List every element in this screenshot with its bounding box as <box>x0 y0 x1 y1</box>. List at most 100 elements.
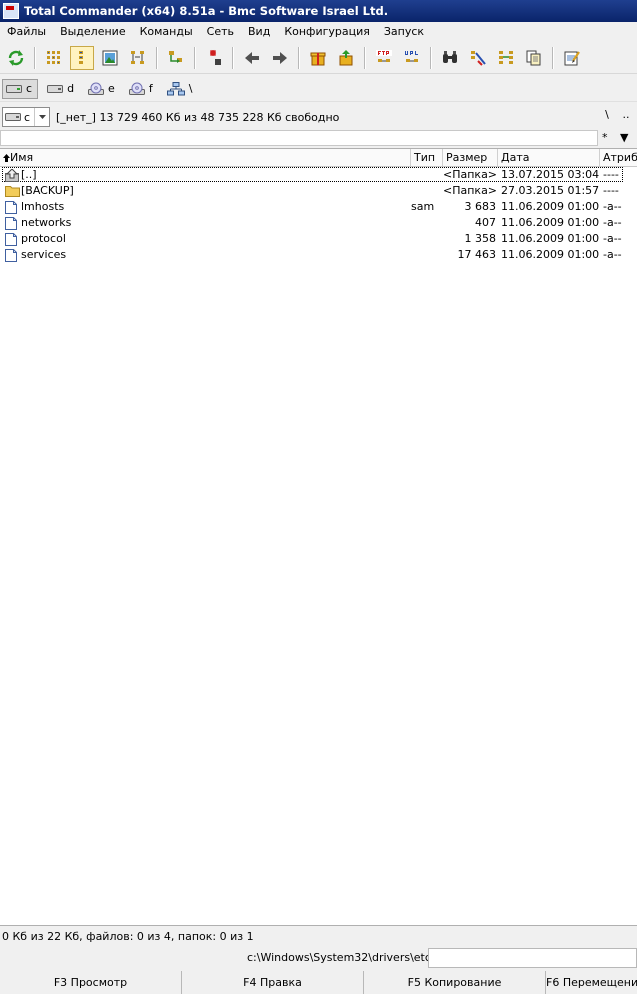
command-line-input[interactable] <box>428 948 637 968</box>
file-date: 27.03.2015 01:57 <box>501 184 600 197</box>
file-name: services <box>21 248 67 261</box>
file-row[interactable]: [BACKUP] <Папка> 27.03.2015 01:57 ---- <box>0 183 637 199</box>
file-attr: ---- <box>603 184 619 197</box>
network-icon <box>166 81 185 95</box>
file-row[interactable]: lmhosts sam 3 683 11.06.2009 01:00 -a-- <box>0 199 637 215</box>
f3-view-button[interactable]: F3 Просмотр <box>0 971 182 994</box>
window-title: Total Commander (x64) 8.51a - Bmc Softwa… <box>24 4 389 18</box>
unpack-button[interactable] <box>334 46 358 70</box>
column-size[interactable]: Размер <box>443 149 498 166</box>
toolbar-separator <box>552 46 554 69</box>
unpack-icon <box>339 49 353 65</box>
file-date: 11.06.2009 01:00 <box>501 232 600 245</box>
file-type <box>411 215 441 231</box>
app-icon <box>3 3 19 19</box>
thumbnails-view-icon <box>102 50 118 65</box>
status-bar: 0 Кб из 22 Кб, файлов: 0 из 4, папок: 0 … <box>2 930 254 943</box>
forward-icon <box>273 51 287 64</box>
free-space-info: [_нет_] 13 729 460 Кб из 48 735 228 Кб с… <box>56 110 340 124</box>
url-download-button[interactable] <box>400 46 424 70</box>
command-line: c:\Windows\System32\drivers\etc> <box>0 947 637 969</box>
file-attr: -a-- <box>603 200 622 213</box>
file-date: 13.07.2015 03:04 <box>501 168 600 181</box>
file-type <box>411 247 441 263</box>
file-attr: -a-- <box>603 232 622 245</box>
parent-dir-button[interactable]: .. <box>619 108 633 121</box>
column-date[interactable]: Дата <box>498 149 600 166</box>
drive-button-f[interactable]: f <box>126 79 158 99</box>
menu-view[interactable]: Вид <box>241 22 277 42</box>
edit-notepad-icon <box>564 50 580 65</box>
menu-launch[interactable]: Запуск <box>377 22 431 42</box>
file-size: <Папка> <box>443 184 498 197</box>
drive-select[interactable]: c <box>2 107 50 127</box>
menu-network[interactable]: Сеть <box>200 22 241 42</box>
file-attr: -a-- <box>603 248 622 261</box>
f4-edit-button[interactable]: F4 Правка <box>182 971 364 994</box>
toolbar <box>0 42 637 74</box>
tree-view-button[interactable] <box>126 46 150 70</box>
menu-files[interactable]: Файлы <box>0 22 53 42</box>
brief-view-button[interactable] <box>42 46 66 70</box>
filter-button[interactable]: * <box>602 131 608 144</box>
drive-button-d[interactable]: d <box>44 79 79 99</box>
drive-button-network[interactable]: \ <box>164 79 198 99</box>
edit-notepad-button[interactable] <box>560 46 584 70</box>
invert-selection-button[interactable] <box>202 46 226 70</box>
back-button[interactable] <box>240 46 264 70</box>
toolbar-separator <box>232 46 234 69</box>
hard-drive-icon <box>6 84 22 93</box>
column-attr[interactable]: Атриб <box>600 149 637 166</box>
file-size: 3 683 <box>464 200 497 213</box>
column-type[interactable]: Тип <box>411 149 443 166</box>
drive-button-e[interactable]: e <box>85 79 120 99</box>
file-type <box>411 167 441 183</box>
path-bar: c [_нет_] 13 729 460 Кб из 48 735 228 Кб… <box>0 104 637 130</box>
file-row[interactable]: [..] <Папка> 13.07.2015 03:04 ---- <box>0 167 637 183</box>
refresh-button[interactable] <box>4 46 28 70</box>
full-view-icon <box>79 50 83 64</box>
copy-names-button[interactable] <box>164 46 188 70</box>
drive-button-c[interactable]: c <box>2 78 39 99</box>
file-icon <box>5 249 17 262</box>
file-row[interactable]: protocol 1 358 11.06.2009 01:00 -a-- <box>0 231 637 247</box>
file-date: 11.06.2009 01:00 <box>501 248 600 261</box>
file-icon <box>5 233 17 246</box>
toolbar-separator <box>298 46 300 69</box>
current-path-field[interactable] <box>0 130 598 146</box>
f5-copy-button[interactable]: F5 Копирование <box>364 971 546 994</box>
forward-button[interactable] <box>268 46 292 70</box>
menu-commands[interactable]: Команды <box>133 22 200 42</box>
column-header: Имя Тип Размер Дата Атриб <box>0 149 637 167</box>
cd-drive-icon <box>128 82 145 95</box>
file-size: <Папка> <box>443 168 498 181</box>
invert-selection-icon <box>209 49 221 65</box>
column-name[interactable]: Имя <box>0 149 411 166</box>
file-name: networks <box>21 216 72 229</box>
brief-view-icon <box>47 50 60 64</box>
file-size: 1 358 <box>464 232 497 245</box>
menu-selection[interactable]: Выделение <box>53 22 133 42</box>
f6-move-button[interactable]: F6 Перемещение <box>546 971 637 994</box>
chevron-down-icon[interactable] <box>34 108 49 126</box>
root-dir-button[interactable]: \ <box>600 108 614 121</box>
thumbnails-view-button[interactable] <box>98 46 122 70</box>
find-files-button[interactable] <box>438 46 462 70</box>
tree-view-icon <box>131 50 144 64</box>
pack-button[interactable] <box>306 46 330 70</box>
compare-files-button[interactable] <box>522 46 546 70</box>
sync-dirs-button[interactable] <box>494 46 518 70</box>
file-list-panel[interactable]: Имя Тип Размер Дата Атриб [..] <Папка> 1… <box>0 148 637 926</box>
up-folder-icon <box>5 169 19 182</box>
file-row[interactable]: services 17 463 11.06.2009 01:00 -a-- <box>0 247 637 263</box>
full-view-button[interactable] <box>70 45 94 70</box>
file-date: 11.06.2009 01:00 <box>501 200 600 213</box>
hard-drive-icon <box>47 84 64 93</box>
menu-configuration[interactable]: Конфигурация <box>277 22 377 42</box>
file-type: sam <box>411 200 435 213</box>
file-row[interactable]: networks 407 11.06.2009 01:00 -a-- <box>0 215 637 231</box>
filter-dropdown-icon[interactable]: ▼ <box>620 131 628 144</box>
multi-rename-button[interactable] <box>466 46 490 70</box>
ftp-connect-button[interactable] <box>372 46 396 70</box>
toolbar-separator <box>34 46 36 69</box>
